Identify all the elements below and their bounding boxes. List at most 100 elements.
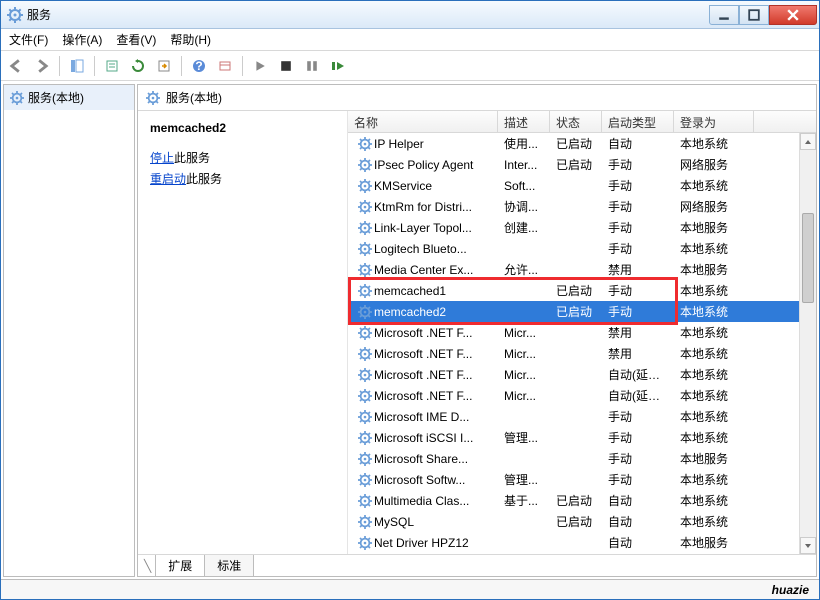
properties-button[interactable] xyxy=(101,55,123,77)
tree-item-services-local[interactable]: 服务(本地) xyxy=(4,85,134,110)
list-body[interactable]: IP Helper使用...已启动自动本地系统IPsec Policy Agen… xyxy=(348,133,816,554)
tab-slash: ╲ xyxy=(144,559,151,573)
detail-pane: memcached2 停止此服务 重启动此服务 xyxy=(138,111,348,554)
table-row[interactable]: KMServiceSoft...手动本地系统 xyxy=(348,175,816,196)
gear-icon xyxy=(358,200,372,214)
service-desc xyxy=(498,457,550,461)
table-row[interactable]: Microsoft Share...手动本地服务 xyxy=(348,448,816,469)
service-logon: 本地系统 xyxy=(674,238,754,259)
service-logon: 本地服务 xyxy=(674,217,754,238)
service-start: 手动 xyxy=(602,154,674,175)
restart-service-link[interactable]: 重启动 xyxy=(150,172,186,186)
menu-view[interactable]: 查看(V) xyxy=(116,31,156,48)
list-header: 名称 描述 状态 启动类型 登录为 xyxy=(348,111,816,133)
service-desc: 管理... xyxy=(498,427,550,448)
gear-icon xyxy=(358,179,372,193)
table-row[interactable]: Net Driver HPZ12自动本地服务 xyxy=(348,532,816,553)
tab-extended[interactable]: 扩展 xyxy=(155,555,205,577)
service-start: 禁用 xyxy=(602,259,674,280)
service-status xyxy=(550,226,602,230)
col-name[interactable]: 名称 xyxy=(348,111,498,132)
table-row[interactable]: IP Helper使用...已启动自动本地系统 xyxy=(348,133,816,154)
service-logon: 本地系统 xyxy=(674,511,754,532)
table-row[interactable]: KtmRm for Distri...协调...手动网络服务 xyxy=(348,196,816,217)
gear-icon xyxy=(358,263,372,277)
table-row[interactable]: Microsoft .NET F...Micr...自动(延迟...本地系统 xyxy=(348,364,816,385)
services-window: 服务 文件(F) 操作(A) 查看(V) 帮助(H) ? xyxy=(0,0,820,600)
table-row[interactable]: Link-Layer Topol...创建...手动本地服务 xyxy=(348,217,816,238)
table-row[interactable]: Microsoft .NET F...Micr...禁用本地系统 xyxy=(348,343,816,364)
table-row[interactable]: Microsoft Softw...管理...手动本地系统 xyxy=(348,469,816,490)
service-name: MySQL xyxy=(374,515,492,529)
titlebar[interactable]: 服务 xyxy=(1,1,819,29)
right-header: 服务(本地) xyxy=(138,85,816,111)
menubar: 文件(F) 操作(A) 查看(V) 帮助(H) xyxy=(1,29,819,51)
service-name: Microsoft IME D... xyxy=(374,410,492,424)
service-status xyxy=(550,394,602,398)
body-area: 服务(本地) 服务(本地) memcached2 停止此服务 重启动此服务 xyxy=(1,81,819,579)
toolbar: ? xyxy=(1,51,819,81)
table-row[interactable]: MySQL已启动自动本地系统 xyxy=(348,511,816,532)
close-button[interactable] xyxy=(769,5,817,25)
service-desc: Inter... xyxy=(498,156,550,174)
scroll-down-button[interactable] xyxy=(800,537,816,554)
col-start[interactable]: 启动类型 xyxy=(602,111,674,132)
table-row[interactable]: IPsec Policy AgentInter...已启动手动网络服务 xyxy=(348,154,816,175)
service-desc xyxy=(498,415,550,419)
service-name: Media Center Ex... xyxy=(374,263,492,277)
gear-icon xyxy=(358,137,372,151)
service-name: Microsoft .NET F... xyxy=(374,368,492,382)
service-status xyxy=(550,205,602,209)
service-start: 禁用 xyxy=(602,343,674,364)
table-row[interactable]: memcached1已启动手动本地系统 xyxy=(348,280,816,301)
service-status: 已启动 xyxy=(550,490,602,511)
table-row[interactable]: Logitech Blueto...手动本地系统 xyxy=(348,238,816,259)
table-row[interactable]: memcached2已启动手动本地系统 xyxy=(348,301,816,322)
col-status[interactable]: 状态 xyxy=(550,111,602,132)
table-row[interactable]: Microsoft iSCSI I...管理...手动本地系统 xyxy=(348,427,816,448)
minimize-button[interactable] xyxy=(709,5,739,25)
scroll-thumb[interactable] xyxy=(802,213,814,303)
table-row[interactable]: Microsoft IME D...手动本地系统 xyxy=(348,406,816,427)
table-row[interactable]: Microsoft .NET F...Micr...自动(延迟...本地系统 xyxy=(348,385,816,406)
export-button[interactable] xyxy=(153,55,175,77)
service-status xyxy=(550,247,602,251)
menu-help[interactable]: 帮助(H) xyxy=(170,31,211,48)
service-start: 手动 xyxy=(602,469,674,490)
col-logon[interactable]: 登录为 xyxy=(674,111,754,132)
help-button[interactable]: ? xyxy=(188,55,210,77)
scroll-up-button[interactable] xyxy=(800,133,816,150)
refresh-button[interactable] xyxy=(127,55,149,77)
gear-icon xyxy=(358,452,372,466)
table-row[interactable]: Multimedia Clas...基于...已启动自动本地系统 xyxy=(348,490,816,511)
start-service-button[interactable] xyxy=(249,55,271,77)
gear-icon xyxy=(10,91,24,105)
gear-icon xyxy=(358,515,372,529)
forward-button[interactable] xyxy=(31,55,53,77)
menu-action[interactable]: 操作(A) xyxy=(62,31,102,48)
service-start: 手动 xyxy=(602,301,674,322)
service-logon: 本地系统 xyxy=(674,322,754,343)
gear-icon xyxy=(358,536,372,550)
vertical-scrollbar[interactable] xyxy=(799,133,816,554)
console-tree[interactable]: 服务(本地) xyxy=(3,84,135,577)
stop-service-button[interactable] xyxy=(275,55,297,77)
table-row[interactable]: Media Center Ex...允许...禁用本地服务 xyxy=(348,259,816,280)
service-start: 自动(延迟... xyxy=(602,364,674,385)
col-desc[interactable]: 描述 xyxy=(498,111,550,132)
statusbar: huazie xyxy=(1,579,819,599)
service-logon: 本地系统 xyxy=(674,343,754,364)
pause-service-button[interactable] xyxy=(301,55,323,77)
gear-icon xyxy=(358,158,372,172)
show-hide-tree-button[interactable] xyxy=(66,55,88,77)
restart-service-button[interactable] xyxy=(327,55,349,77)
tab-standard[interactable]: 标准 xyxy=(204,555,254,577)
back-button[interactable] xyxy=(5,55,27,77)
toolbar-btn-extra[interactable] xyxy=(214,55,236,77)
service-status xyxy=(550,457,602,461)
maximize-button[interactable] xyxy=(739,5,769,25)
service-status: 已启动 xyxy=(550,301,602,322)
table-row[interactable]: Microsoft .NET F...Micr...禁用本地系统 xyxy=(348,322,816,343)
menu-file[interactable]: 文件(F) xyxy=(9,31,48,48)
stop-service-link[interactable]: 停止 xyxy=(150,151,174,165)
